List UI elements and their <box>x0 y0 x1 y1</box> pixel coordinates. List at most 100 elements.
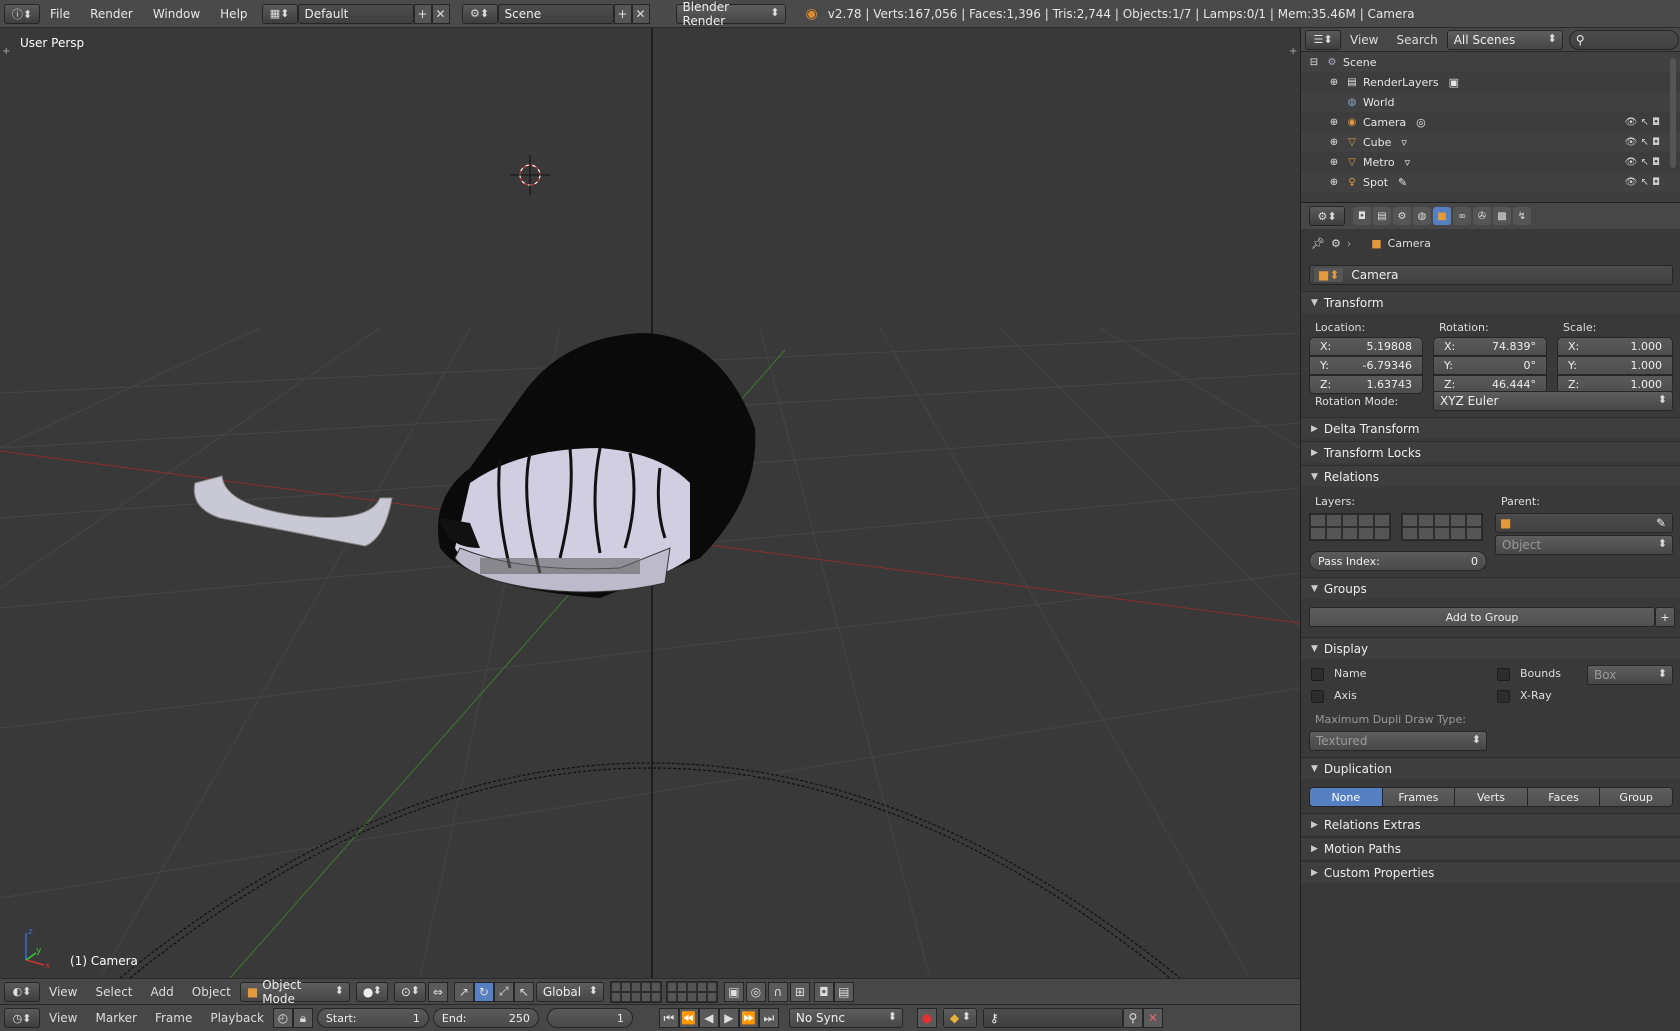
car-mesh[interactable] <box>438 333 756 598</box>
tab-object[interactable]: ■ <box>1433 207 1451 225</box>
3d-viewport[interactable]: + + z y x User Persp (1) Camera <box>0 28 1300 978</box>
transform-locks-panel-header[interactable]: ▶ Transform Locks <box>1301 441 1680 463</box>
pin-icon[interactable]: 📌︎ <box>1311 237 1325 250</box>
manipulator-toggle[interactable]: ⇔ <box>427 981 448 1002</box>
display-xray-checkbox[interactable]: X-Ray <box>1497 689 1552 703</box>
layout-name-field[interactable]: Default <box>297 3 414 24</box>
remove-layout-button[interactable]: ✕ <box>431 3 450 24</box>
menu-file[interactable]: File <box>40 7 80 21</box>
parent-field[interactable]: ■ ✎ <box>1495 513 1673 533</box>
scene-selector-button[interactable]: ⚙⬍ <box>461 3 498 24</box>
jump-key-forward-button[interactable]: ⏩ <box>738 1008 759 1028</box>
keying-set-field[interactable]: ⚷ <box>982 1008 1123 1028</box>
tab-scene[interactable]: ⚙ <box>1393 207 1411 225</box>
display-panel-header[interactable]: ▼ Display <box>1301 637 1680 659</box>
lock-range-button[interactable]: 🔒︎ <box>292 1008 313 1028</box>
play-reverse-button[interactable]: ◀ <box>698 1008 719 1028</box>
outliner-row-camera[interactable]: ⊕ ◉ Camera ◎ 👁︎ ↖ ◘ <box>1301 112 1680 132</box>
menu-view[interactable]: View <box>40 985 86 999</box>
add-to-group-button[interactable]: Add to Group <box>1309 607 1655 627</box>
eyedropper-icon[interactable]: ✎ <box>1656 516 1666 530</box>
timeline-editor-button[interactable]: ◷⬍ <box>4 1008 40 1028</box>
duplication-panel-header[interactable]: ▼ Duplication <box>1301 757 1680 779</box>
keying-dropdown[interactable]: ◆ <box>942 1008 977 1028</box>
menu-object[interactable]: Object <box>183 985 240 999</box>
duplication-group[interactable]: Group <box>1600 788 1672 806</box>
info-editor-button[interactable]: ⓘ⬍ <box>4 3 40 24</box>
visibility-toggles[interactable]: 👁︎ ↖ ◘ <box>1625 117 1660 128</box>
location-y-field[interactable]: Y: -6.79346 <box>1309 356 1423 375</box>
scene-name-field[interactable]: Scene <box>497 3 614 24</box>
object-name-field[interactable]: ■⬍ Camera <box>1309 265 1673 285</box>
sync-dropdown[interactable]: No Sync <box>788 1008 903 1028</box>
scale-manipulator[interactable]: ⤢ <box>493 981 514 1002</box>
3d-editor-type-button[interactable]: ◐⬍ <box>4 981 40 1002</box>
rotation-mode-dropdown[interactable]: XYZ Euler <box>1433 391 1673 411</box>
tab-world[interactable]: ◍ <box>1413 207 1431 225</box>
rotation-y-field[interactable]: Y: 0° <box>1433 356 1547 375</box>
opengl-render-button[interactable]: ◘ <box>813 981 834 1002</box>
relations-panel-header[interactable]: ▼ Relations <box>1301 465 1680 487</box>
translate-manipulator[interactable]: ↗ <box>453 981 474 1002</box>
outliner-scrollbar[interactable] <box>1670 58 1676 168</box>
record-button[interactable]: ● <box>916 1008 937 1028</box>
timeline-menu-view[interactable]: View <box>40 1011 86 1025</box>
groups-panel-header[interactable]: ▼ Groups <box>1301 577 1680 599</box>
delta-transform-panel-header[interactable]: ▶ Delta Transform <box>1301 417 1680 439</box>
visibility-toggles[interactable]: 👁︎ ↖ ◘ <box>1625 177 1660 188</box>
outliner-menu-view[interactable]: View <box>1341 33 1387 47</box>
outliner-row-spot[interactable]: ⊕ ♀ Spot ✎ 👁︎ ↖ ◘ <box>1301 172 1680 192</box>
layers-grid-a[interactable] <box>609 980 662 1003</box>
combined-manipulator[interactable]: ↖ <box>513 981 534 1002</box>
outliner-menu-search[interactable]: Search <box>1387 33 1446 47</box>
expand-icon[interactable]: ⊕ <box>1327 115 1341 129</box>
outliner-search-input[interactable]: ⚲ <box>1568 29 1679 50</box>
menu-add[interactable]: Add <box>142 985 183 999</box>
3d-cursor-icon[interactable] <box>510 155 550 195</box>
current-frame-field[interactable]: 1 <box>546 1008 633 1028</box>
layers-grid-b[interactable] <box>665 980 718 1003</box>
visibility-toggles[interactable]: 👁︎ ↖ ◘ <box>1625 157 1660 168</box>
motion-paths-panel-header[interactable]: ▶ Motion Paths <box>1301 837 1680 859</box>
opengl-anim-button[interactable]: ▤ <box>833 981 854 1002</box>
menu-render[interactable]: Render <box>80 7 143 21</box>
duplication-faces[interactable]: Faces <box>1527 788 1601 806</box>
collapse-icon[interactable]: ⊟ <box>1307 55 1321 69</box>
add-group-plus-button[interactable]: + <box>1655 607 1675 627</box>
timeline-menu-playback[interactable]: Playback <box>201 1011 273 1025</box>
expand-icon[interactable]: ⊕ <box>1327 155 1341 169</box>
object-layers-grid-b[interactable] <box>1401 513 1483 541</box>
custom-properties-panel-header[interactable]: ▶ Custom Properties <box>1301 861 1680 883</box>
tab-render-layers[interactable]: ▤ <box>1373 207 1391 225</box>
location-x-field[interactable]: X: 5.19808 <box>1309 337 1423 356</box>
rotation-x-field[interactable]: X: 74.839° <box>1433 337 1547 356</box>
expand-icon[interactable]: ⊕ <box>1327 135 1341 149</box>
transform-orientation-dropdown[interactable]: Global <box>535 981 604 1002</box>
duplication-verts[interactable]: Verts <box>1455 788 1528 806</box>
outliner-row-metro[interactable]: ⊕ ▽ Metro ▿ 👁︎ ↖ ◘ <box>1301 152 1680 172</box>
lock-layers-button[interactable]: ▣ <box>723 981 744 1002</box>
snap-element-button[interactable]: ⊞ <box>789 981 810 1002</box>
bumper-mesh[interactable] <box>193 475 393 547</box>
display-axis-checkbox[interactable]: Axis <box>1311 689 1357 703</box>
layout-selector-button[interactable]: ▦⬍ <box>261 3 298 24</box>
pass-index-field[interactable]: Pass Index: 0 <box>1309 551 1487 571</box>
menu-window[interactable]: Window <box>143 7 210 21</box>
delete-key-button[interactable]: ✕ <box>1142 1008 1163 1028</box>
scale-x-field[interactable]: X: 1.000 <box>1557 337 1673 356</box>
timeline-menu-marker[interactable]: Marker <box>86 1011 145 1025</box>
rotate-manipulator[interactable]: ↻ <box>473 981 494 1002</box>
outliner-row-world[interactable]: ◍ World <box>1301 92 1680 112</box>
transform-panel-header[interactable]: ▼ Transform <box>1301 291 1680 313</box>
snap-toggle-button[interactable]: ∩ <box>767 981 788 1002</box>
menu-help[interactable]: Help <box>210 7 257 21</box>
relations-extras-panel-header[interactable]: ▶ Relations Extras <box>1301 813 1680 835</box>
add-scene-button[interactable]: + <box>613 3 632 24</box>
outliner-row-scene[interactable]: ⊟ ⚙ Scene <box>1301 52 1680 72</box>
tab-render[interactable]: ◘ <box>1353 207 1371 225</box>
jump-start-button[interactable]: ⏮ <box>658 1008 679 1028</box>
outliner-filter-dropdown[interactable]: All Scenes <box>1446 29 1563 50</box>
end-frame-field[interactable]: End: 250 <box>432 1008 539 1028</box>
jump-key-back-button[interactable]: ⏪ <box>678 1008 699 1028</box>
tab-modifiers[interactable]: ✇ <box>1473 207 1491 225</box>
